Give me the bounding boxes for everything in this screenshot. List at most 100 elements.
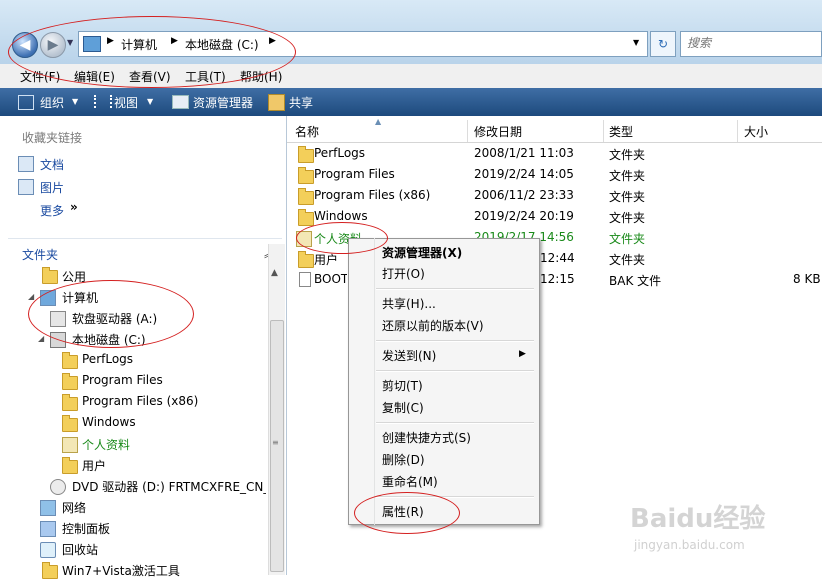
views-button[interactable]: 视图 (114, 94, 138, 111)
file-name[interactable]: BOOT (314, 272, 347, 286)
tree-item-network[interactable]: 网络 (62, 499, 86, 516)
column-divider[interactable] (737, 120, 738, 142)
folder-icon (298, 188, 314, 205)
scroll-up-icon[interactable]: ▲ (271, 268, 278, 278)
ctx-cut[interactable]: 剪切(T) (382, 377, 423, 394)
forward-button[interactable]: ▶ (40, 32, 66, 58)
refresh-button[interactable]: ↻ (650, 31, 676, 57)
explorer-button[interactable]: 资源管理器 (193, 94, 253, 111)
menu-help[interactable]: 帮助(H) (240, 68, 282, 85)
tree-item-perflogs[interactable]: PerfLogs (82, 352, 133, 366)
scroll-grip-icon: ≡ (272, 438, 279, 447)
tree-item-dvd[interactable]: DVD 驱动器 (D:) FRTMCXFRE_CN_I (72, 478, 266, 495)
ctx-restore-versions[interactable]: 还原以前的版本(V) (382, 317, 484, 334)
column-divider[interactable] (603, 120, 604, 142)
file-name[interactable]: Program Files (x86) (314, 188, 430, 202)
menu-view[interactable]: 查看(V) (129, 68, 171, 85)
favorite-pictures[interactable]: 图片 (40, 179, 64, 196)
tree-item-program-files[interactable]: Program Files (82, 373, 163, 387)
menu-tools[interactable]: 工具(T) (185, 68, 226, 85)
breadcrumb-arrow-icon[interactable]: ▶ (171, 36, 178, 46)
column-name[interactable]: 名称 (295, 123, 319, 140)
breadcrumb-arrow-icon[interactable]: ▶ (269, 36, 276, 46)
share-icon (268, 94, 285, 111)
ctx-copy[interactable]: 复制(C) (382, 399, 424, 416)
history-dropdown-icon[interactable]: ▼ (67, 38, 73, 47)
command-bar: 组织 ▼ 视图 ▼ 资源管理器 共享 (0, 88, 822, 116)
views-dropdown-icon[interactable]: ▼ (147, 97, 153, 106)
search-input[interactable] (681, 32, 822, 54)
menu-bar: 文件(F) 编辑(E) 查看(V) 工具(T) 帮助(H) (0, 64, 822, 89)
column-date[interactable]: 修改日期 (474, 123, 522, 140)
tree-item-recycle-bin[interactable]: 回收站 (62, 541, 98, 558)
menu-separator (376, 288, 534, 290)
tree-item-activation-tool[interactable]: Win7+Vista激活工具 (62, 562, 180, 579)
file-date: 2019/2/24 14:05 (474, 167, 574, 181)
menu-separator (376, 422, 534, 424)
tree-item-public[interactable]: 公用 (62, 268, 86, 285)
file-name[interactable]: PerfLogs (314, 146, 365, 160)
folder-icon (298, 146, 314, 163)
back-button[interactable]: ◀ (12, 32, 38, 58)
address-dropdown-icon[interactable]: ▼ (633, 38, 639, 47)
ctx-delete[interactable]: 删除(D) (382, 451, 425, 468)
file-date: 2019/2/24 20:19 (474, 209, 574, 223)
folder-icon (62, 394, 78, 411)
favorite-documents[interactable]: 文档 (40, 156, 64, 173)
breadcrumb-local-disk[interactable]: 本地磁盘 (C:) (185, 36, 259, 53)
tree-item-personal-data[interactable]: 个人资料 (82, 436, 130, 453)
file-type: 文件夹 (609, 148, 646, 162)
ctx-properties[interactable]: 属性(R) (382, 503, 424, 520)
folder-icon (298, 251, 314, 268)
ctx-create-shortcut[interactable]: 创建快捷方式(S) (382, 429, 471, 446)
tree-item-program-files-x86[interactable]: Program Files (x86) (82, 394, 198, 408)
search-box[interactable] (680, 31, 822, 57)
breadcrumb-arrow-icon[interactable]: ▶ (107, 36, 114, 46)
tree-item-local-disk[interactable]: 本地磁盘 (C:) (72, 331, 146, 348)
breadcrumb-computer[interactable]: 计算机 (121, 36, 157, 53)
folder-icon (62, 352, 78, 369)
explorer-icon (172, 95, 189, 109)
recycle-bin-icon (40, 542, 56, 558)
menu-separator (376, 496, 534, 498)
file-type: 文件夹 (609, 190, 646, 204)
menu-file[interactable]: 文件(F) (20, 68, 60, 85)
menu-separator (376, 370, 534, 372)
ctx-open[interactable]: 打开(O) (382, 265, 425, 282)
favorites-header: 收藏夹链接 (22, 131, 83, 145)
tree-item-floppy[interactable]: 软盘驱动器 (A:) (72, 310, 157, 327)
network-icon (40, 500, 56, 516)
column-type[interactable]: 类型 (609, 123, 633, 140)
computer-icon (83, 36, 101, 52)
organize-dropdown-icon[interactable]: ▼ (72, 97, 78, 106)
organize-button[interactable]: 组织 (40, 94, 64, 111)
tree-item-computer[interactable]: 计算机 (62, 289, 98, 306)
pictures-icon (18, 179, 34, 195)
views-icon (94, 95, 112, 108)
file-name[interactable]: Windows (314, 209, 368, 223)
context-menu-gutter (348, 238, 375, 525)
column-divider[interactable] (467, 120, 468, 142)
file-date: 12:15 (540, 272, 575, 286)
tree-item-control-panel[interactable]: 控制面板 (62, 520, 110, 537)
favorite-more[interactable]: 更多 (40, 202, 64, 219)
ctx-rename[interactable]: 重命名(M) (382, 473, 438, 490)
ctx-share[interactable]: 共享(H)... (382, 295, 436, 312)
context-menu (348, 238, 540, 525)
menu-edit[interactable]: 编辑(E) (74, 68, 115, 85)
expand-arrow-icon[interactable]: ◢ (38, 334, 44, 343)
ctx-explorer[interactable]: 资源管理器(X) (382, 244, 462, 261)
share-button[interactable]: 共享 (289, 94, 313, 111)
ctx-send-to[interactable]: 发送到(N) (382, 347, 436, 364)
column-size[interactable]: 大小 (744, 123, 768, 140)
file-name[interactable]: 用户 (314, 251, 346, 268)
more-chevron-icon[interactable]: » (70, 200, 78, 214)
address-field[interactable]: ▶ 计算机 ▶ 本地磁盘 (C:) ▶ ▼ (78, 31, 648, 57)
submenu-arrow-icon: ▶ (519, 349, 526, 359)
tree-item-windows[interactable]: Windows (82, 415, 136, 429)
tree-item-users[interactable]: 用户 (82, 457, 106, 474)
folders-header[interactable]: 文件夹 (22, 246, 58, 263)
file-name[interactable]: Program Files (314, 167, 395, 181)
folder-icon (62, 415, 78, 432)
expand-arrow-icon[interactable]: ◢ (28, 292, 34, 301)
